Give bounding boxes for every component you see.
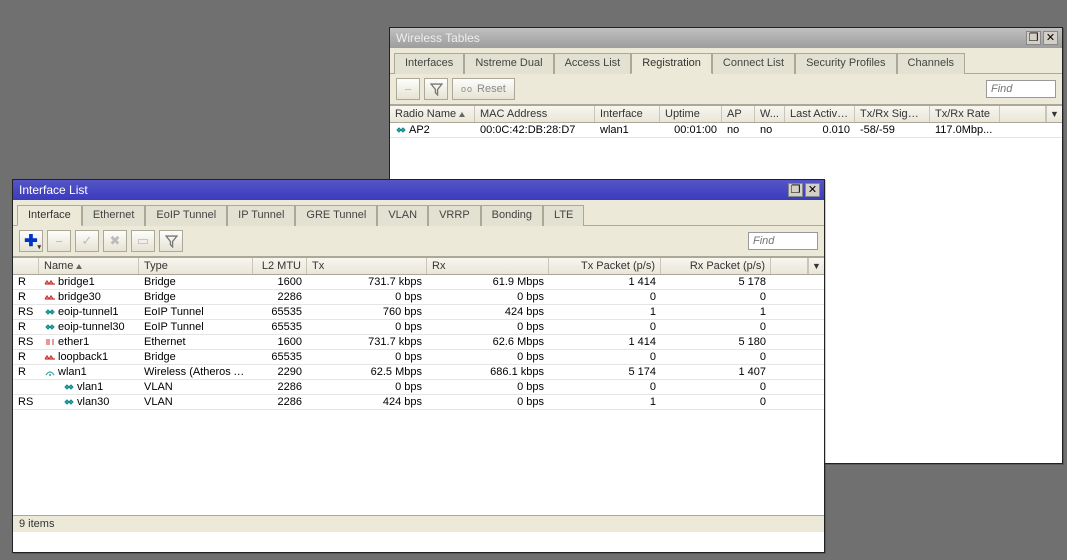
- comment-button[interactable]: ▭: [131, 230, 155, 252]
- col-radio-name[interactable]: Radio Name: [390, 106, 475, 122]
- tab-registration[interactable]: Registration: [631, 53, 712, 74]
- vlan-icon: [63, 382, 75, 392]
- close-button[interactable]: ✕: [805, 183, 820, 197]
- interface-titlebar[interactable]: Interface List ❐ ✕: [13, 180, 824, 200]
- reset-button[interactable]: ᴏᴏ Reset: [452, 78, 515, 100]
- wireless-titlebar[interactable]: Wireless Tables ❐ ✕: [390, 28, 1062, 48]
- wireless-title: Wireless Tables: [396, 31, 480, 45]
- wireless-icon: [395, 125, 407, 135]
- eth-icon: [44, 337, 56, 347]
- col-uptime[interactable]: Uptime: [660, 106, 722, 122]
- find-input[interactable]: [986, 80, 1056, 98]
- table-row[interactable]: Rwlan1Wireless (Atheros AR9...229062.5 M…: [13, 365, 824, 380]
- col-rate[interactable]: Tx/Rx Rate: [930, 106, 1000, 122]
- tunnel-icon: [44, 322, 56, 332]
- interface-grid-body: Rbridge1Bridge1600731.7 kbps61.9 Mbps1 4…: [13, 275, 824, 515]
- tab-eoip-tunnel[interactable]: EoIP Tunnel: [145, 205, 227, 226]
- tab-interfaces[interactable]: Interfaces: [394, 53, 464, 74]
- bridge-icon: [44, 277, 56, 287]
- close-button[interactable]: ✕: [1043, 31, 1058, 45]
- enable-button[interactable]: ✓: [75, 230, 99, 252]
- tab-nstreme-dual[interactable]: Nstreme Dual: [464, 53, 553, 74]
- maximize-button[interactable]: ❐: [788, 183, 803, 197]
- tab-interface[interactable]: Interface: [17, 205, 82, 226]
- column-chooser-button[interactable]: ▼: [808, 258, 824, 274]
- col-rx[interactable]: Rx: [427, 258, 549, 274]
- wlan-icon: [44, 367, 56, 377]
- vlan-icon: [63, 397, 75, 407]
- interface-tabbar: InterfaceEthernetEoIP TunnelIP TunnelGRE…: [13, 200, 824, 226]
- tab-ip-tunnel[interactable]: IP Tunnel: [227, 205, 295, 226]
- tab-security-profiles[interactable]: Security Profiles: [795, 53, 896, 74]
- col-txp[interactable]: Tx Packet (p/s): [549, 258, 661, 274]
- col-signal[interactable]: Tx/Rx Signal ...: [855, 106, 930, 122]
- filter-button[interactable]: [159, 230, 183, 252]
- interface-window[interactable]: Interface List ❐ ✕ InterfaceEthernetEoIP…: [12, 179, 825, 553]
- interface-toolbar: ✚▾ − ✓ ✖ ▭: [13, 226, 824, 257]
- wireless-toolbar: − ᴏᴏ Reset: [390, 74, 1062, 105]
- col-name[interactable]: Name: [39, 258, 139, 274]
- col-ap[interactable]: AP: [722, 106, 755, 122]
- remove-button[interactable]: −: [396, 78, 420, 100]
- table-row[interactable]: Rloopback1Bridge655350 bps0 bps00: [13, 350, 824, 365]
- remove-button[interactable]: −: [47, 230, 71, 252]
- sort-asc-icon: [459, 112, 465, 117]
- table-row[interactable]: RSeoip-tunnel1EoIP Tunnel65535760 bps424…: [13, 305, 824, 320]
- maximize-button[interactable]: ❐: [1026, 31, 1041, 45]
- find-input[interactable]: [748, 232, 818, 250]
- table-row[interactable]: RSether1Ethernet1600731.7 kbps62.6 Mbps1…: [13, 335, 824, 350]
- disable-button[interactable]: ✖: [103, 230, 127, 252]
- tab-vrrp[interactable]: VRRP: [428, 205, 481, 226]
- tab-bonding[interactable]: Bonding: [481, 205, 543, 226]
- table-row[interactable]: Rbridge30Bridge22860 bps0 bps00: [13, 290, 824, 305]
- col-last[interactable]: Last Activit...: [785, 106, 855, 122]
- table-row[interactable]: Reoip-tunnel30EoIP Tunnel655350 bps0 bps…: [13, 320, 824, 335]
- sort-asc-icon: [76, 264, 82, 269]
- wireless-tabbar: InterfacesNstreme DualAccess ListRegistr…: [390, 48, 1062, 74]
- tab-connect-list[interactable]: Connect List: [712, 53, 795, 74]
- tab-access-list[interactable]: Access List: [554, 53, 632, 74]
- col-flags[interactable]: [13, 258, 39, 274]
- col-interface[interactable]: Interface: [595, 106, 660, 122]
- tab-ethernet[interactable]: Ethernet: [82, 205, 146, 226]
- col-mtu[interactable]: L2 MTU: [253, 258, 307, 274]
- interface-grid-header: Name Type L2 MTU Tx Rx Tx Packet (p/s) R…: [13, 257, 824, 275]
- bridge-icon: [44, 352, 56, 362]
- col-rxp[interactable]: Rx Packet (p/s): [661, 258, 771, 274]
- status-bar: 9 items: [13, 515, 824, 532]
- wireless-grid-header: Radio Name MAC Address Interface Uptime …: [390, 105, 1062, 123]
- filter-button[interactable]: [424, 78, 448, 100]
- col-type[interactable]: Type: [139, 258, 253, 274]
- col-mac[interactable]: MAC Address: [475, 106, 595, 122]
- table-row[interactable]: vlan1VLAN22860 bps0 bps00: [13, 380, 824, 395]
- tab-gre-tunnel[interactable]: GRE Tunnel: [295, 205, 377, 226]
- bridge-icon: [44, 292, 56, 302]
- table-row[interactable]: AP200:0C:42:DB:28:D7wlan100:01:00nono0.0…: [390, 123, 1062, 138]
- reset-label: Reset: [477, 83, 506, 95]
- add-button[interactable]: ✚▾: [19, 230, 43, 252]
- table-row[interactable]: Rbridge1Bridge1600731.7 kbps61.9 Mbps1 4…: [13, 275, 824, 290]
- column-chooser-button[interactable]: ▼: [1046, 106, 1062, 122]
- col-tx[interactable]: Tx: [307, 258, 427, 274]
- interface-title: Interface List: [19, 183, 88, 197]
- tab-vlan[interactable]: VLAN: [377, 205, 428, 226]
- col-wds[interactable]: W...: [755, 106, 785, 122]
- tunnel-icon: [44, 307, 56, 317]
- tab-lte[interactable]: LTE: [543, 205, 584, 226]
- tab-channels[interactable]: Channels: [897, 53, 965, 74]
- table-row[interactable]: RSvlan30VLAN2286424 bps0 bps10: [13, 395, 824, 410]
